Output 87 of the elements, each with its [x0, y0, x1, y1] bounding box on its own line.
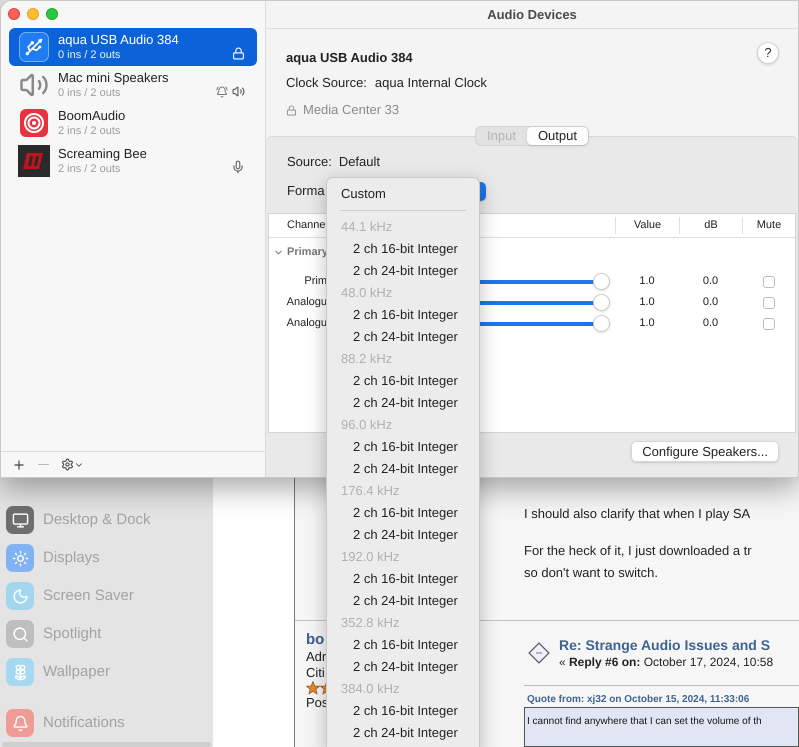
mute-checkbox[interactable] [762, 296, 774, 308]
menu-item[interactable]: 2 ch 16-bit Integer [327, 568, 479, 590]
menu-item[interactable]: 2 ch 24-bit Integer [327, 326, 479, 348]
group-row[interactable]: Primary [269, 239, 328, 265]
device-io: 0 ins / 2 outs [58, 86, 120, 101]
menu-section-header: 96.0 kHz [341, 416, 392, 434]
channel-name: Prim [303, 274, 327, 290]
mute-checkbox[interactable] [762, 318, 774, 330]
menu-section-header: 44.1 kHz [341, 218, 392, 236]
value-cell-text: 1.0 [638, 295, 656, 310]
device-name: Screaming Bee [58, 145, 147, 162]
gear-icon [61, 458, 74, 471]
post-meta: « Reply #6 on: October 17, 2024, 10:58 [559, 654, 774, 670]
zoom-button[interactable] [46, 8, 58, 20]
channel-name: Analogu [286, 316, 327, 332]
menu-item[interactable]: 2 ch 24-bit Integer [327, 722, 479, 744]
post-paragraph: I should also clarify that when I play SA [524, 505, 750, 523]
author-link[interactable]: bo [306, 631, 324, 649]
menu-item[interactable]: 2 ch 16-bit Integer [327, 370, 479, 392]
clock-source-label: Clock Source: [286, 74, 367, 92]
configure-speakers-button[interactable]: Configure Speakers... [631, 441, 779, 462]
help-button[interactable]: ? [757, 42, 779, 64]
post-paragraph: For the heck of it, I just downloaded a tr so don't want to switch. [524, 542, 752, 582]
source-label: Source: [287, 154, 332, 170]
minimize-button[interactable] [27, 8, 39, 20]
tab[interactable]: Output [526, 127, 588, 145]
menu-item[interactable]: 2 ch 16-bit Integer [327, 502, 479, 524]
channel-name: Analogu [286, 295, 327, 310]
device-row[interactable]: Mac mini Speakers 0 ins / 2 outs [9, 66, 257, 104]
menu-section-header: 176.4 kHz [341, 482, 400, 500]
device-io: 2 ins / 2 outs [58, 162, 120, 177]
menu-item[interactable]: Custom [327, 183, 479, 205]
column-header: Channe [287, 219, 326, 232]
add-button[interactable] [12, 458, 26, 472]
menu-section-header: 88.2 kHz [341, 350, 392, 368]
source-value: Default [338, 154, 380, 170]
device-io: 0 ins / 2 outs [58, 48, 120, 63]
minus-icon [38, 464, 49, 466]
device-row[interactable]: Screaming Bee 2 ins / 2 outs [9, 142, 257, 180]
plus-icon [12, 458, 26, 472]
app-logo-icon [18, 145, 50, 177]
device-name: BoomAudio [58, 107, 126, 124]
usb-icon [19, 32, 49, 62]
menu-item[interactable]: 2 ch 16-bit Integer [327, 700, 479, 722]
device-io: 2 ins / 2 outs [58, 124, 120, 139]
menu-item[interactable]: 2 ch 16-bit Integer [327, 238, 479, 260]
group-label: Primary [287, 244, 328, 260]
owner-label: Media Center 33 [303, 101, 400, 119]
menu-item[interactable]: 2 ch 16-bit Integer [327, 436, 479, 458]
post-title-link[interactable]: Re: Strange Audio Issues and S [559, 636, 774, 654]
mute-checkbox[interactable] [762, 276, 774, 288]
device-title: aqua USB Audio 384 [286, 49, 413, 67]
lock-icon [286, 104, 297, 116]
column-header: dB [679, 217, 742, 234]
settings-menu-button[interactable] [61, 458, 84, 471]
device-row[interactable]: aqua USB Audio 384 0 ins / 2 outs [9, 28, 257, 66]
device-name: Mac mini Speakers [58, 69, 169, 86]
quote-header: Quote from: xj32 on October 15, 2024, 11:33:06 [526, 694, 750, 706]
close-button[interactable] [8, 8, 20, 20]
quote-text: I cannot find anywhere that I can set the volume of th [527, 716, 762, 727]
column-header: Value [615, 217, 679, 234]
menu-item[interactable]: 2 ch 24-bit Integer [327, 656, 479, 678]
value-cell-text: 1.0 [638, 274, 656, 290]
author-info: Citi [306, 665, 325, 681]
author-info: Adr [306, 649, 326, 665]
menu-item[interactable]: 2 ch 24-bit Integer [327, 260, 479, 282]
window-title: Audio Devices [487, 6, 577, 24]
format-label: Forma [287, 183, 325, 199]
db-cell-text: 0.0 [702, 316, 720, 332]
value-cell-text: 1.0 [638, 316, 656, 332]
menu-item[interactable]: 2 ch 24-bit Integer [327, 524, 479, 546]
menu-section-header: 192.0 kHz [341, 548, 400, 566]
column-header: Mute [742, 217, 795, 234]
db-cell-text: 0.0 [702, 295, 720, 310]
menu-item[interactable]: 2 ch 24-bit Integer [327, 392, 479, 414]
clock-source-value: aqua Internal Clock [374, 74, 487, 92]
menu-item[interactable]: 2 ch 16-bit Integer [327, 634, 479, 656]
db-cell-text: 0.0 [702, 274, 720, 290]
menu-section-header: 352.8 kHz [341, 614, 400, 632]
menu-section-header: 48.0 kHz [341, 284, 392, 302]
menu-item[interactable]: 2 ch 24-bit Integer [327, 458, 479, 480]
target-icon [20, 109, 48, 137]
menu-item[interactable]: 2 ch 24-bit Integer [327, 590, 479, 612]
menu-item[interactable]: 2 ch 16-bit Integer [327, 304, 479, 326]
device-row[interactable]: BoomAudio 2 ins / 2 outs [9, 104, 257, 142]
device-name: aqua USB Audio 384 [58, 31, 179, 48]
menu-section-header: 384.0 kHz [341, 680, 400, 698]
